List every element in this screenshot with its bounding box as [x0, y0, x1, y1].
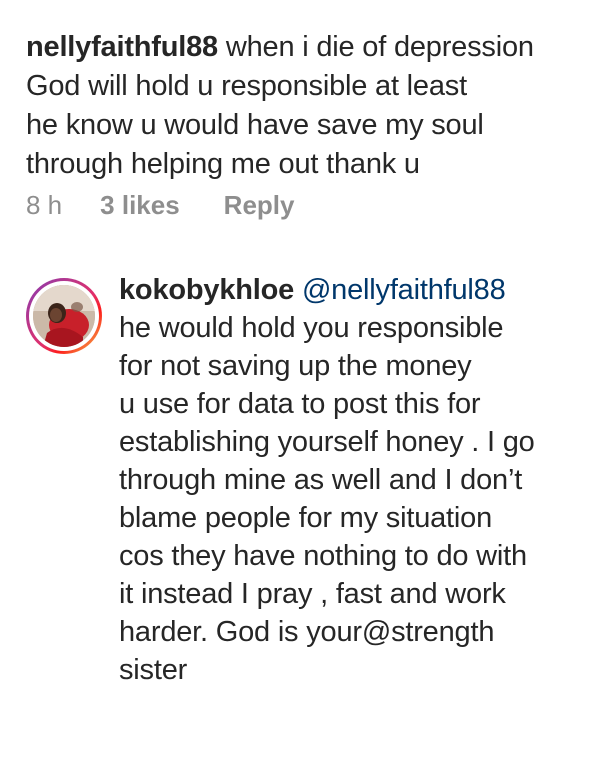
comment-timestamp: 8 h	[26, 190, 63, 220]
reply-line: cos they have nothing to do with	[119, 540, 527, 572]
comment-text-segment: when i die of depression	[218, 31, 534, 63]
reply-line: through mine as well and I don’t	[119, 464, 523, 496]
comment-username[interactable]: nellyfaithful88	[26, 31, 218, 63]
reply-line: sister	[119, 654, 188, 686]
comment-line: nellyfaithful88 when i die of depression	[26, 28, 586, 67]
reply-line: kokobykhloe @nellyfaithful88	[119, 271, 589, 309]
reply-line: it instead I pray , fast and work	[119, 578, 506, 610]
reply-line: u use for data to post this for	[119, 388, 481, 420]
reply-line: he would hold you responsible	[119, 312, 504, 344]
reply-body: kokobykhloe @nellyfaithful88 he would ho…	[119, 271, 589, 689]
avatar-border	[29, 281, 99, 351]
avatar[interactable]	[26, 278, 102, 354]
comment-line: God will hold u responsible at least	[26, 70, 467, 102]
reply-username[interactable]: kokobykhloe	[119, 274, 294, 306]
reply-mention-link[interactable]: @nellyfaithful88	[302, 274, 506, 306]
reply-line: blame people for my situation	[119, 502, 493, 534]
profile-photo-icon	[33, 285, 95, 347]
reply-line: establishing yourself honey . I go	[119, 426, 535, 458]
comment-meta-row: 8 h 3 likes Reply	[26, 190, 294, 221]
comment-likes-count[interactable]: 3 likes	[100, 190, 180, 221]
comment-line: he know u would have save my soul	[26, 109, 484, 141]
comment-top: nellyfaithful88 when i die of depression…	[26, 28, 586, 184]
reply-button[interactable]: Reply	[224, 190, 295, 221]
reply-line: for not saving up the money	[119, 350, 472, 382]
reply-line: harder. God is your@strength	[119, 616, 495, 648]
comment-line: through helping me out thank u	[26, 148, 420, 180]
comment-body: nellyfaithful88 when i die of depression…	[26, 28, 586, 184]
